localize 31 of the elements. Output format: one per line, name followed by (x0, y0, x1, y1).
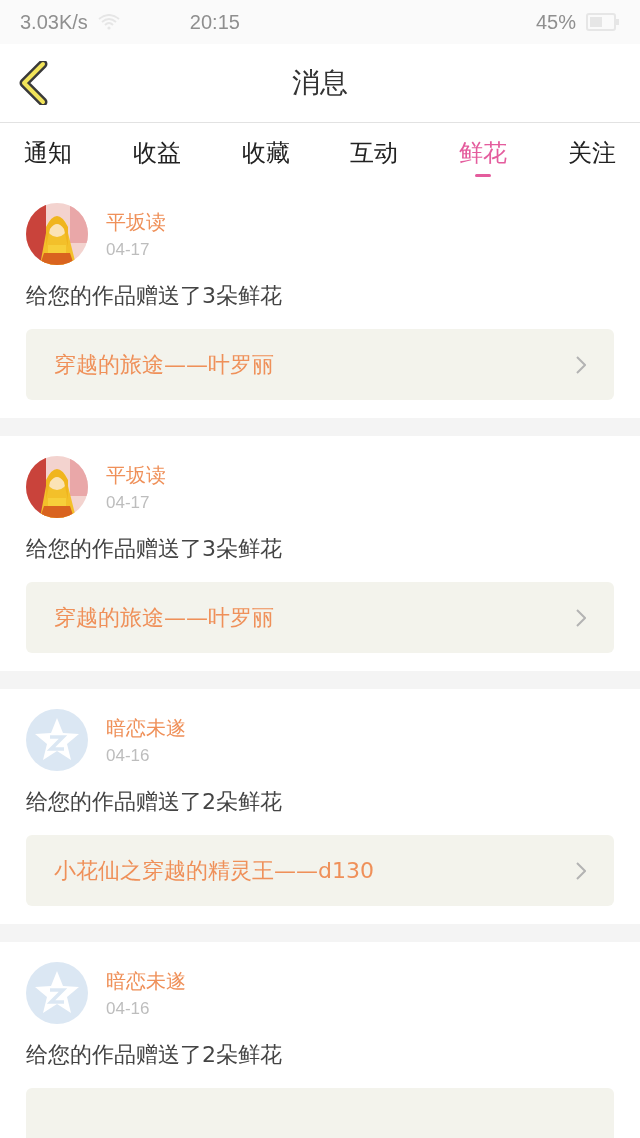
message-date: 04-16 (106, 998, 151, 1019)
clock: 20:15 (189, 10, 240, 34)
network-speed: 3.03K/s (20, 10, 88, 34)
work-link[interactable]: 小花仙之穿越的精灵王——d130 (26, 835, 614, 906)
tab[interactable]: 鲜花 (443, 123, 524, 183)
page-title: 消息 (292, 65, 348, 101)
tab[interactable]: 互动 (334, 123, 415, 183)
tab[interactable]: 收藏 (225, 123, 306, 183)
message-text: 给您的作品赠送了2朵鲜花 (26, 788, 283, 816)
work-link[interactable]: 穿越的旅途——叶罗丽 (26, 329, 614, 400)
work-link[interactable]: 穿越的旅途——叶罗丽 (26, 582, 614, 653)
back-icon[interactable] (18, 61, 48, 105)
tab[interactable]: 通知 (8, 123, 88, 183)
tab[interactable]: 收益 (116, 123, 197, 183)
message-date: 04-16 (106, 745, 151, 766)
message-date: 04-17 (106, 239, 151, 260)
message-date: 04-17 (106, 492, 151, 513)
sender-name[interactable]: 平坂读 (106, 208, 166, 236)
battery-level: 45% (535, 10, 576, 34)
message-text: 给您的作品赠送了2朵鲜花 (26, 1041, 283, 1069)
chevron-icon (576, 861, 586, 880)
tab[interactable]: 关注 (552, 123, 632, 183)
default-avatar-icon (26, 962, 88, 1024)
sender-name[interactable]: 暗恋未遂 (106, 714, 186, 742)
chevron-icon (576, 355, 586, 374)
chevron-icon (576, 608, 586, 627)
sender-name[interactable]: 暗恋未遂 (106, 967, 186, 995)
sender-name[interactable]: 平坂读 (106, 461, 166, 489)
message-text: 给您的作品赠送了3朵鲜花 (26, 535, 283, 563)
message-text: 给您的作品赠送了3朵鲜花 (26, 282, 283, 310)
default-avatar-icon (26, 709, 88, 771)
